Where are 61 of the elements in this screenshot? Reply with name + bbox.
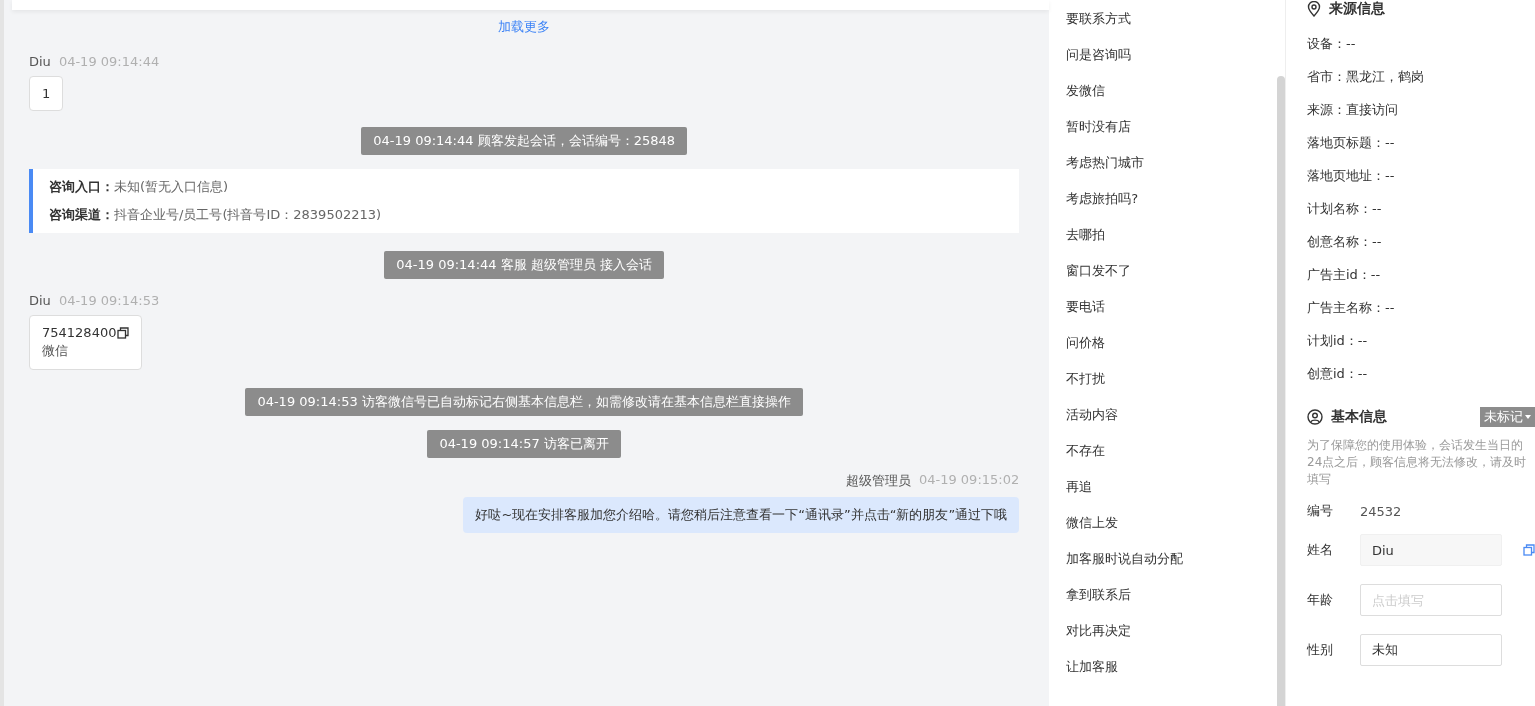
source-info-row-text: 计划id：-- [1307, 332, 1369, 350]
source-info-row-text: 创意名称：-- [1307, 233, 1383, 251]
notice-text: 为了保障您的使用体验，会话发生当日的24点之后，顾客信息将无法修改，请及时填写 [1307, 437, 1528, 488]
field-value: 24532 [1360, 503, 1402, 519]
entry-info-line: 咨询渠道：抖音企业号/员工号(抖音号ID：2839502213) [49, 206, 383, 224]
contact-number: 754128400 [42, 325, 117, 340]
field-label: 性别 [1307, 641, 1334, 659]
source-info-row-text: 落地页标题：-- [1307, 134, 1396, 152]
quick-reply-item[interactable]: 拿到联系后 [1066, 586, 1277, 622]
quick-reply-item[interactable]: 窗口发不了 [1066, 262, 1277, 298]
quick-reply-item[interactable]: 问是咨询吗 [1066, 46, 1277, 82]
system-notice: 04-19 09:14:44 顾客发起会话，会话编号：25848 [361, 127, 687, 155]
message-time: 04-19 09:14:53 [58, 293, 160, 308]
quick-reply-item[interactable]: 要电话 [1066, 298, 1277, 334]
source-info-row-text: 来源：直接访问 [1307, 101, 1399, 119]
field-label: 姓名 [1307, 541, 1334, 559]
quick-reply-item[interactable]: 考虑热门城市 [1066, 154, 1277, 190]
field-label: 年龄 [1307, 591, 1334, 609]
quick-reply-item[interactable]: 问价格 [1066, 334, 1277, 370]
quick-reply-item[interactable]: 去哪拍 [1066, 226, 1277, 262]
system-notice: 04-19 09:14:44 客服 超级管理员 接入会话 [384, 251, 664, 279]
source-info-row-text: 落地页地址：-- [1307, 167, 1396, 185]
system-notice: 04-19 09:14:57 访客已离开 [427, 430, 621, 458]
entry-info-line: 咨询入口：未知(暂无入口信息) [49, 178, 230, 196]
quick-reply-item[interactable]: 不打扰 [1066, 370, 1277, 406]
quick-reply-item[interactable]: 对比再决定 [1066, 622, 1277, 658]
caret-icon [1525, 415, 1531, 419]
sender-name: Diu [29, 54, 51, 69]
source-info-row-text: 广告主名称：-- [1307, 299, 1396, 317]
input-field[interactable]: 未知 [1360, 634, 1502, 666]
quick-reply-item[interactable]: 发微信 [1066, 82, 1277, 118]
section-title: 基本信息 [1331, 408, 1387, 426]
quick-reply-item[interactable]: 考虑旅拍吗? [1066, 190, 1277, 226]
quick-reply-item[interactable]: 加客服时说自动分配 [1066, 550, 1277, 586]
input-field[interactable]: Diu [1360, 534, 1502, 566]
message-bubble: 好哒~现在安排客服加您介绍哈。请您稍后注意查看一下“通讯录”并点击“新的朋友”通过下哦 [463, 497, 1020, 533]
message-bubble: 1 [29, 76, 64, 111]
quick-reply-item[interactable]: 让加客服 [1066, 658, 1277, 694]
quick-reply-item[interactable]: 暂时没有店 [1066, 118, 1277, 154]
quick-reply-item[interactable]: 再追 [1066, 478, 1277, 514]
quick-reply-item[interactable]: 要联系方式 [1066, 10, 1277, 46]
load-more-link[interactable]: 加载更多 [498, 18, 551, 36]
message-time: 04-19 09:15:02 [918, 472, 1020, 489]
quick-reply-item[interactable]: 活动内容 [1066, 406, 1277, 442]
source-info-row-text: 计划名称：-- [1307, 200, 1383, 218]
copy-icon[interactable] [117, 326, 130, 339]
section-title: 来源信息 [1329, 0, 1385, 18]
source-info-row-text: 省市：黑龙江，鹤岗 [1307, 68, 1425, 86]
quick-reply-item[interactable]: 微信上发 [1066, 514, 1277, 550]
source-info-row-text: 广告主id：-- [1307, 266, 1382, 284]
sender-name: 超级管理员 [845, 472, 911, 490]
sender-name: Diu [29, 293, 51, 308]
user-circle-icon [1307, 409, 1323, 425]
source-info-row-text: 创意id：-- [1307, 365, 1369, 383]
source-info-row-text: 设备：-- [1307, 35, 1357, 53]
quick-reply-item[interactable]: 不存在 [1066, 442, 1277, 478]
message-time: 04-19 09:14:44 [58, 54, 160, 69]
system-notice: 04-19 09:14:53 访客微信号已自动标记右侧基本信息栏，如需修改请在基本信息栏直接操作 [245, 388, 803, 416]
contact-type: 微信 [42, 342, 69, 360]
field-label: 编号 [1307, 502, 1334, 520]
location-pin-icon [1307, 1, 1321, 17]
